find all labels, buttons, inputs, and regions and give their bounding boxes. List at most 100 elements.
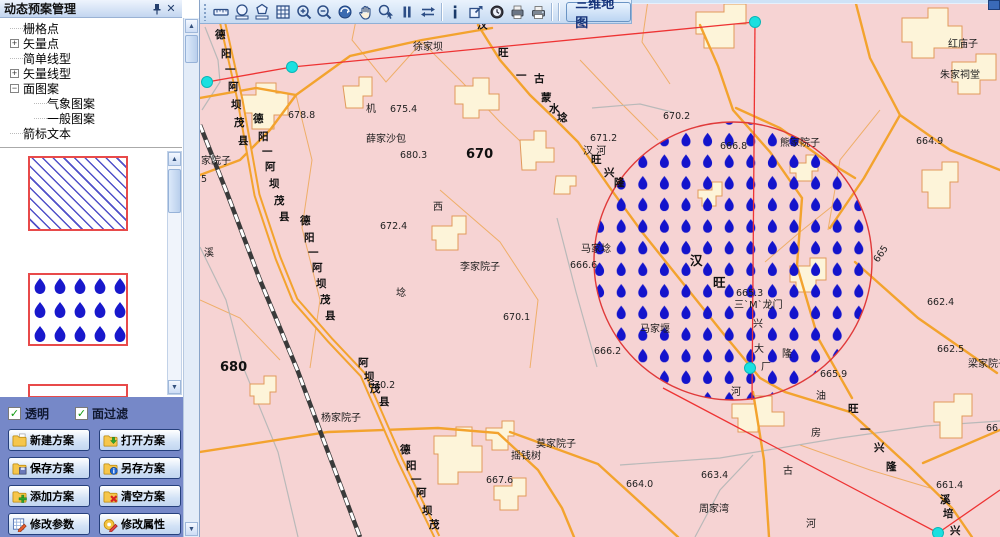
map-label: 古 — [534, 72, 545, 85]
zoom-out-icon[interactable] — [314, 2, 335, 22]
pattern-swatch-partial[interactable] — [28, 384, 128, 398]
info-icon[interactable] — [445, 2, 466, 22]
map-label: 678.8 — [288, 110, 315, 121]
map-label: 薛家沙包 — [366, 132, 406, 145]
sidebar-scrollbar[interactable]: ▲ ▼ — [183, 18, 199, 537]
map-label: 隆 — [614, 176, 625, 189]
plan-button-label: 修改参数 — [30, 516, 74, 532]
checkbox-transparent[interactable]: ✓透明 — [8, 405, 49, 422]
tree-item[interactable]: 箭标文本 — [0, 126, 182, 141]
checkbox-face-filter[interactable]: ✓ 面过滤 — [75, 405, 128, 422]
selection-handle[interactable] — [750, 17, 761, 28]
map-viewport[interactable]: 678.8675.4680.3672.4670.2671.2666.8665.3… — [200, 0, 1000, 537]
map-label: 摇钱树 — [511, 449, 541, 462]
add-plan-icon — [12, 489, 27, 504]
map-label: 666.6 — [570, 260, 597, 271]
scroll-down-icon[interactable]: ▼ — [185, 522, 198, 536]
zoom-select-icon[interactable] — [376, 2, 397, 22]
map-label: 大 — [754, 342, 764, 355]
scroll-up-icon[interactable]: ▲ — [168, 152, 181, 166]
map-label: 德 — [299, 214, 311, 227]
expand-icon[interactable]: + — [10, 69, 19, 78]
rain-region-circle[interactable] — [594, 122, 872, 400]
zoom-in-icon[interactable] — [293, 2, 314, 22]
sidebar-header: 动态预案管理 ✕ — [0, 0, 182, 18]
clear-plan-icon — [103, 489, 118, 504]
selection-handle[interactable] — [745, 363, 756, 374]
plan-actions-panel: ✓透明✓面过滤 新建方案打开方案保存方案另存方案添加方案清空方案修改参数修改属性 — [0, 397, 183, 537]
pattern-swatch-hatch[interactable] — [28, 156, 128, 231]
checkbox-box[interactable]: ✓ — [8, 407, 21, 420]
edit-props-button[interactable]: 修改属性 — [99, 513, 181, 535]
selection-handle[interactable] — [933, 528, 944, 537]
measure-length-icon[interactable] — [211, 2, 232, 22]
measure-polygon-icon[interactable] — [252, 2, 273, 22]
map-label: 一 — [411, 474, 422, 486]
map-label: 662.4 — [927, 297, 954, 308]
printer-icon[interactable] — [528, 2, 549, 22]
map-corner-button[interactable] — [988, 0, 1000, 10]
pan-hand-icon[interactable] — [355, 2, 376, 22]
scroll-up-icon[interactable]: ▲ — [185, 19, 198, 33]
scrollbar-thumb[interactable] — [168, 169, 181, 213]
save-plan-button[interactable]: 保存方案 — [8, 457, 90, 479]
globe-back-icon[interactable] — [335, 2, 356, 22]
pattern-swatch-raindrops[interactable] — [28, 273, 128, 346]
map-label: 茂 — [233, 116, 245, 129]
map-label: 德 — [214, 28, 226, 41]
add-plan-button[interactable]: 添加方案 — [8, 485, 90, 507]
map-label: 675.4 — [390, 104, 417, 115]
print-preview-icon[interactable] — [507, 2, 528, 22]
map-label: 坝 — [316, 277, 327, 290]
scroll-down-icon[interactable]: ▼ — [168, 380, 181, 394]
clear-plan-button[interactable]: 清空方案 — [99, 485, 181, 507]
tree-item[interactable]: 一般图案 — [0, 111, 182, 126]
tree-item[interactable]: 简单线型 — [0, 51, 182, 66]
swap-arrows-icon[interactable] — [417, 2, 438, 22]
map-label: 茂 — [273, 194, 285, 207]
checkbox-box[interactable]: ✓ — [75, 407, 88, 420]
map-label: 666.2 — [594, 346, 621, 357]
close-icon[interactable]: ✕ — [164, 2, 178, 16]
selection-handle[interactable] — [202, 77, 213, 88]
map-label: 德 — [399, 443, 411, 456]
pause-icon[interactable] — [397, 2, 418, 22]
grid-icon[interactable] — [273, 2, 294, 22]
map-label: 河 — [731, 386, 741, 398]
scrollbar-thumb[interactable] — [185, 35, 198, 63]
map-label: 阿 — [416, 487, 427, 499]
collapse-icon[interactable]: − — [10, 84, 19, 93]
plan-button-label: 清空方案 — [121, 488, 165, 504]
map-label: 徐家坝 — [413, 40, 443, 53]
map-label: 莫家院子 — [536, 437, 576, 450]
tree-item[interactable]: +矢量线型 — [0, 66, 182, 81]
map-label: 红庙子 — [948, 37, 978, 50]
clock-icon[interactable] — [486, 2, 507, 22]
open-plan-button[interactable]: 打开方案 — [99, 429, 181, 451]
expand-icon[interactable]: + — [10, 39, 19, 48]
map-label: 兴 — [950, 524, 961, 537]
checkbox-label: 面过滤 — [92, 405, 128, 422]
sidebar-title: 动态预案管理 — [4, 0, 150, 17]
saveas-plan-button[interactable]: 另存方案 — [99, 457, 181, 479]
measure-circle-icon[interactable] — [231, 2, 252, 22]
plan-button-label: 打开方案 — [121, 432, 165, 448]
selection-handle[interactable] — [287, 62, 298, 73]
map-label: 县 — [238, 135, 249, 147]
toolbar-grip[interactable] — [203, 3, 208, 21]
pin-icon[interactable] — [150, 2, 164, 16]
map-label: 梁家院子 — [968, 357, 1000, 370]
map-label: 溪 — [940, 493, 951, 506]
edit-params-button[interactable]: 修改参数 — [8, 513, 90, 535]
new-plan-button[interactable]: 新建方案 — [8, 429, 90, 451]
pattern-list-scrollbar[interactable]: ▲ ▼ — [167, 151, 182, 395]
map-3d-button[interactable]: 三维地图 — [566, 2, 631, 22]
map-label: 汉 — [690, 253, 703, 268]
tree-item[interactable]: 栅格点 — [0, 21, 182, 36]
export-icon[interactable] — [466, 2, 487, 22]
map-label: 西 — [433, 202, 443, 213]
tree-item[interactable]: −面图案 — [0, 81, 182, 96]
tree-item[interactable]: 气象图案 — [0, 96, 182, 111]
toolbar-separator — [441, 3, 442, 21]
tree-item[interactable]: +矢量点 — [0, 36, 182, 51]
